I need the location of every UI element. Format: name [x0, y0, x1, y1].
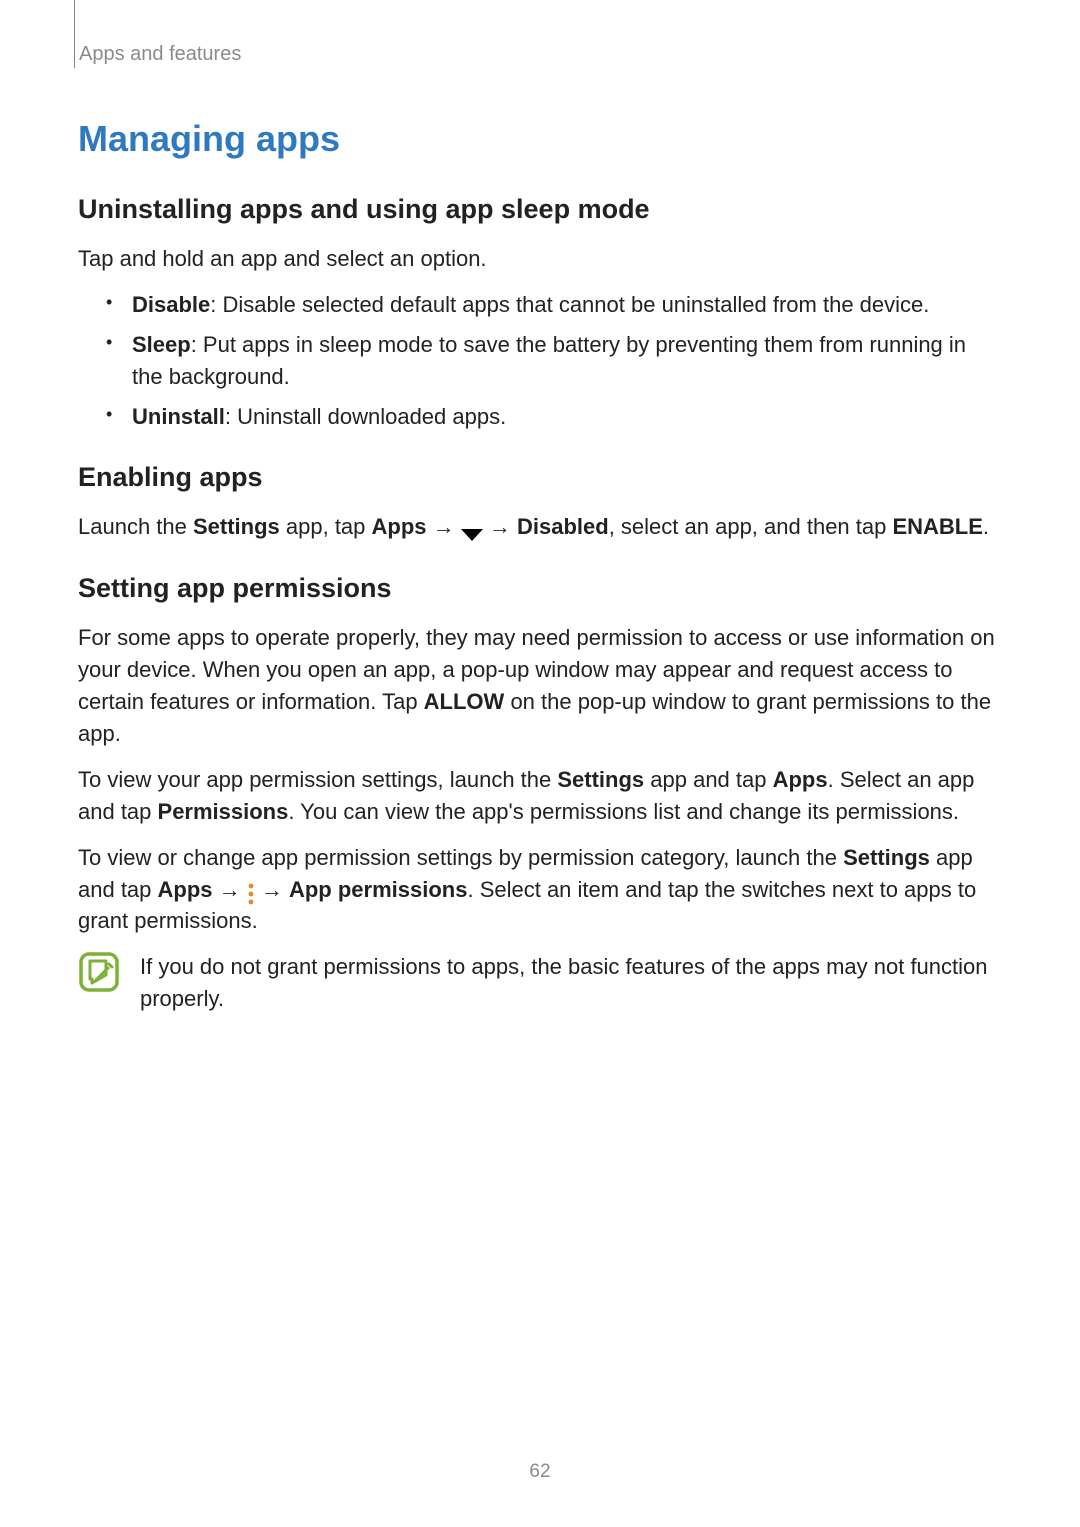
text: Launch the	[78, 514, 193, 539]
bullet-label: Disable	[132, 292, 210, 317]
text-bold: ENABLE	[892, 514, 982, 539]
dropdown-icon	[461, 520, 483, 534]
text: , select an app, and then tap	[609, 514, 893, 539]
text-bold: App permissions	[289, 877, 467, 902]
subsection-uninstalling: Uninstalling apps and using app sleep mo…	[78, 194, 1002, 225]
text: To view or change app permission setting…	[78, 845, 843, 870]
text: To view your app permission settings, la…	[78, 767, 557, 792]
bullet-list: Disable: Disable selected default apps t…	[106, 289, 1002, 433]
text: app and tap	[644, 767, 772, 792]
subsection-permissions: Setting app permissions	[78, 573, 1002, 604]
note-text: If you do not grant permissions to apps,…	[140, 951, 1002, 1015]
text: .	[983, 514, 989, 539]
note-block: If you do not grant permissions to apps,…	[78, 951, 1002, 1015]
text-bold: Apps	[773, 767, 828, 792]
text-bold: Apps	[372, 514, 427, 539]
bullet-text: : Disable selected default apps that can…	[210, 292, 929, 317]
text-bold: Settings	[557, 767, 644, 792]
paragraph-enabling: Launch the Settings app, tap Apps → → Di…	[78, 511, 1002, 543]
bullet-label: Sleep	[132, 332, 191, 357]
text: . You can view the app's permissions lis…	[288, 799, 959, 824]
bullet-label: Uninstall	[132, 404, 225, 429]
text: →	[483, 514, 517, 539]
paragraph-permissions-2: To view your app permission settings, la…	[78, 764, 1002, 828]
text: →	[427, 514, 461, 539]
text: app, tap	[280, 514, 372, 539]
text: →	[213, 877, 247, 902]
section-title: Managing apps	[78, 118, 1002, 160]
text-bold: ALLOW	[424, 689, 505, 714]
more-options-icon	[247, 882, 255, 904]
subsection-enabling: Enabling apps	[78, 462, 1002, 493]
bullet-text: : Uninstall downloaded apps.	[225, 404, 506, 429]
text-bold: Apps	[158, 877, 213, 902]
paragraph-intro: Tap and hold an app and select an option…	[78, 243, 1002, 275]
text-bold: Permissions	[158, 799, 289, 824]
text-bold: Settings	[843, 845, 930, 870]
bullet-item: Disable: Disable selected default apps t…	[106, 289, 1002, 321]
note-icon	[78, 951, 120, 993]
bullet-item: Uninstall: Uninstall downloaded apps.	[106, 401, 1002, 433]
bullet-item: Sleep: Put apps in sleep mode to save th…	[106, 329, 1002, 393]
text: →	[255, 877, 289, 902]
bullet-text: : Put apps in sleep mode to save the bat…	[132, 332, 966, 389]
page-number: 62	[0, 1461, 1080, 1483]
paragraph-permissions-1: For some apps to operate properly, they …	[78, 622, 1002, 750]
text-bold: Disabled	[517, 514, 609, 539]
running-header: Apps and features	[74, 40, 1002, 68]
paragraph-permissions-3: To view or change app permission setting…	[78, 842, 1002, 938]
text-bold: Settings	[193, 514, 280, 539]
